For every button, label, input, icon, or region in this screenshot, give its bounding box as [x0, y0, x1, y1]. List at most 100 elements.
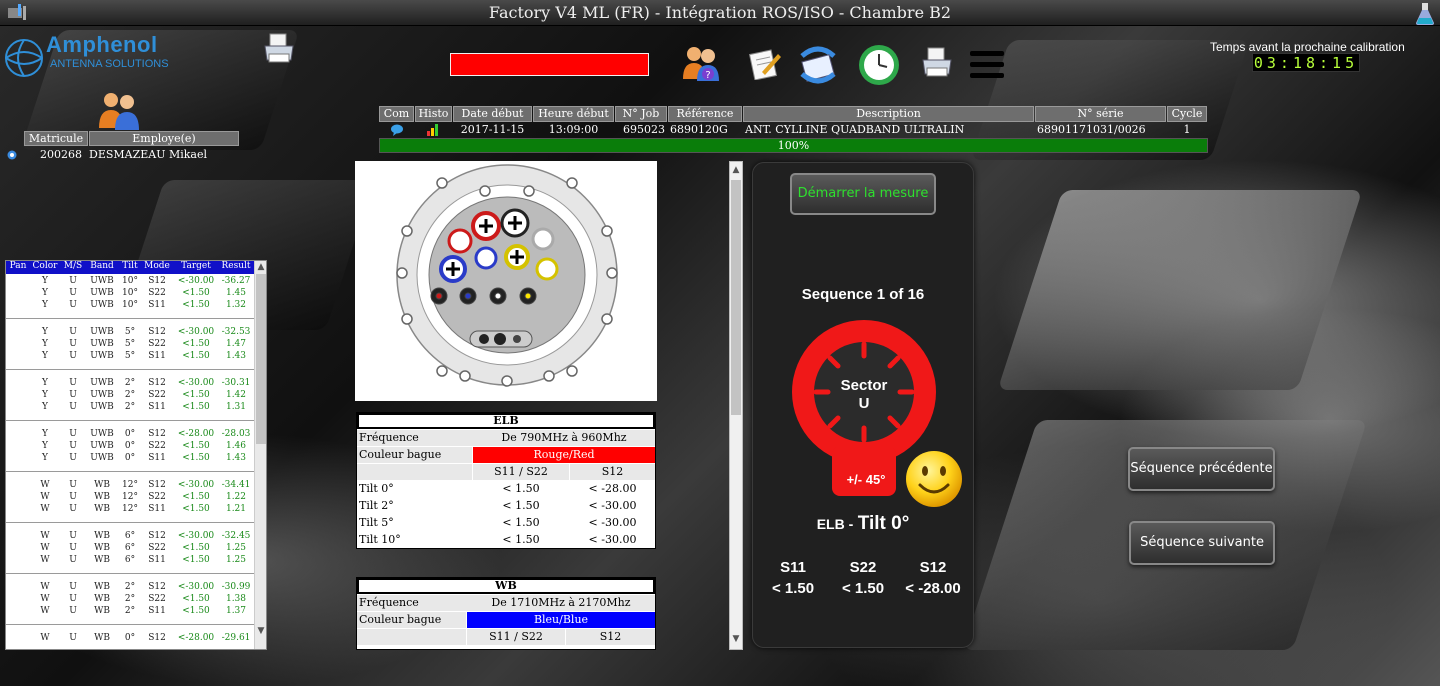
spec-elb-col1: S11 / S22	[473, 464, 569, 480]
company-logo: Amphenol ANTENNA SOLUTIONS	[2, 30, 172, 80]
result-cell: 0°	[124, 441, 136, 451]
result-cell: 6°	[124, 543, 136, 553]
mail-refresh-icon[interactable]	[796, 42, 840, 86]
result-cell: 1.32	[225, 300, 247, 310]
result-row[interactable]: W U WB 0° S12 <-28.00 -29.61	[6, 633, 255, 645]
result-cell: 5°	[124, 327, 136, 337]
result-row[interactable]: W U WB 6° S11 <1.50 1.25	[6, 555, 255, 567]
menu-icon[interactable]	[968, 50, 1006, 80]
result-cell: Y	[42, 288, 48, 298]
result-cell: <1.50	[182, 504, 210, 514]
results-scrollbar[interactable]: ▲ ▼	[254, 261, 266, 649]
result-cell: U	[69, 582, 77, 592]
printer-icon[interactable]	[262, 32, 296, 66]
result-cell: U	[69, 441, 77, 451]
spec-wb-color-value: Bleu/Blue	[467, 612, 655, 628]
selected-row-icon[interactable]	[7, 150, 17, 160]
result-row[interactable]: Y U UWB 2° S22 <1.50 1.42	[6, 390, 255, 402]
sector-line2: U	[858, 395, 870, 412]
result-row[interactable]: W U WB 12° S11 <1.50 1.21	[6, 504, 255, 516]
result-cell: S11	[148, 606, 166, 616]
scroll-down-icon[interactable]: ▼	[255, 625, 266, 637]
result-cell: S11	[148, 300, 166, 310]
result-row[interactable]: W U WB 6° S22 <1.50 1.25	[6, 543, 255, 555]
next-sequence-button[interactable]: Séquence suivante	[1129, 521, 1275, 565]
result-cell: S12	[148, 582, 166, 592]
result-cell: 10°	[122, 276, 138, 286]
result-cell: U	[69, 351, 77, 361]
result-cell: <1.50	[182, 555, 210, 565]
result-cell: -32.53	[221, 327, 251, 337]
job-progress-bar: 100%	[379, 138, 1208, 153]
spec-wb-col1: S11 / S22	[467, 629, 565, 645]
scroll-thumb[interactable]	[731, 180, 741, 415]
result-cell: 1.38	[225, 594, 247, 604]
result-cell: S11	[148, 351, 166, 361]
result-cell: WB	[94, 582, 110, 592]
app-tools-icon[interactable]	[6, 4, 28, 22]
result-row[interactable]: W U WB 12° S12 <-30.00 -34.41	[6, 480, 255, 492]
result-row[interactable]: Y U UWB 2° S12 <-30.00 -30.31	[6, 378, 255, 390]
result-row[interactable]: Y U UWB 2° S11 <1.50 1.31	[6, 402, 255, 414]
comment-icon[interactable]	[390, 124, 404, 136]
result-cell: WB	[94, 606, 110, 616]
result-row[interactable]: Y U UWB 10° S22 <1.50 1.45	[6, 288, 255, 300]
result-row[interactable]: Y U UWB 0° S11 <1.50 1.43	[6, 453, 255, 465]
job-reference: 6890120G	[670, 123, 728, 136]
scroll-up-icon[interactable]: ▲	[730, 164, 742, 176]
result-cell: S12	[148, 531, 166, 541]
document-edit-icon[interactable]	[748, 48, 782, 80]
flask-icon[interactable]	[1414, 2, 1436, 26]
start-measure-button[interactable]: Démarrer la mesure	[790, 173, 936, 215]
result-cell: 0°	[124, 453, 136, 463]
result-cell: Y	[42, 378, 48, 388]
result-row[interactable]: Y U UWB 5° S11 <1.50 1.43	[6, 351, 255, 363]
result-row[interactable]: W U WB 6° S12 <-30.00 -32.45	[6, 531, 255, 543]
result-cell: 1.21	[225, 504, 247, 514]
previous-sequence-button[interactable]: Séquence précédente	[1128, 447, 1275, 491]
result-row[interactable]: W U WB 12° S22 <1.50 1.22	[6, 492, 255, 504]
employee-matricule[interactable]: 200268	[40, 148, 82, 161]
clock-icon[interactable]	[857, 43, 901, 87]
status-field	[450, 53, 649, 76]
result-cell: S12	[148, 633, 166, 643]
result-row[interactable]: Y U UWB 0° S22 <1.50 1.46	[6, 441, 255, 453]
result-cell: -32.45	[221, 531, 251, 541]
employee-name[interactable]: DESMAZEAU Mikael	[89, 148, 207, 161]
result-row[interactable]: Y U UWB 10° S12 <-30.00 -36.27	[6, 276, 255, 288]
center-scrollbar[interactable]: ▲ ▼	[729, 161, 743, 650]
scroll-down-icon[interactable]: ▼	[730, 633, 742, 645]
title-bar: Factory V4 ML (FR) - Intégration ROS/ISO…	[0, 0, 1440, 26]
spec-elb-row3-s11: < 1.50	[502, 533, 540, 546]
results-list[interactable]: Pan Color M/S Band Tilt Mode Target Resu…	[5, 260, 267, 650]
history-chart-icon[interactable]	[426, 123, 440, 136]
result-row[interactable]: Y U UWB 10° S11 <1.50 1.32	[6, 300, 255, 312]
spec-wb-col2: S12	[566, 629, 655, 645]
result-cell: S22	[148, 492, 166, 502]
measure-s11: S11 < 1.50	[758, 557, 828, 599]
result-row[interactable]: Y U UWB 5° S22 <1.50 1.47	[6, 339, 255, 351]
result-row[interactable]: Y U UWB 0° S12 <-28.00 -28.03	[6, 429, 255, 441]
result-cell: <1.50	[182, 351, 210, 361]
result-row[interactable]: Y U UWB 5° S12 <-30.00 -32.53	[6, 327, 255, 339]
svg-text:?: ?	[705, 70, 710, 81]
measure-s11-value: < 1.50	[771, 580, 815, 597]
result-cell: <-28.00	[177, 429, 215, 439]
results-header-band: Band	[90, 261, 114, 271]
result-cell: S12	[148, 429, 166, 439]
result-cell: W	[40, 606, 50, 616]
result-cell: 1.43	[225, 453, 247, 463]
user-help-icon[interactable]: ?	[681, 43, 721, 83]
result-cell: U	[69, 402, 77, 412]
result-cell: WB	[94, 492, 110, 502]
printer-icon[interactable]	[920, 46, 954, 80]
result-row[interactable]: W U WB 2° S22 <1.50 1.38	[6, 594, 255, 606]
result-row[interactable]: W U WB 2° S11 <1.50 1.37	[6, 606, 255, 618]
result-row[interactable]: W U WB 2° S12 <-30.00 -30.99	[6, 582, 255, 594]
scroll-up-icon[interactable]: ▲	[255, 261, 266, 273]
result-cell: <-30.00	[177, 327, 215, 337]
result-cell: UWB	[90, 429, 114, 439]
scroll-thumb[interactable]	[256, 274, 266, 444]
spec-elb-color-value: Rouge/Red	[473, 447, 655, 463]
result-cell: Y	[42, 276, 48, 286]
